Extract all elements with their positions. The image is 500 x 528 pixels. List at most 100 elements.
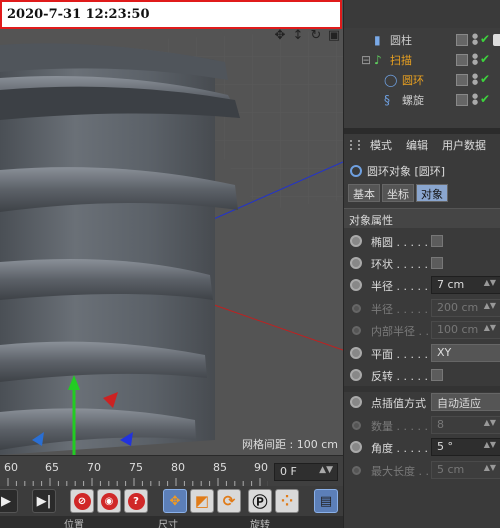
position-label: 位置 bbox=[64, 520, 84, 528]
pla-key-button[interactable]: ⁘ bbox=[275, 489, 299, 513]
stepper-arrows-icon[interactable]: ▲▼ bbox=[319, 465, 333, 475]
animate-radio[interactable] bbox=[350, 396, 362, 408]
object-manager[interactable]: ▮ 圆柱 ● ● ✔ ⊟ ♪ 扫描 ● ● ✔ ◯ 圆环 ● ● ✔ § 螺旋 … bbox=[344, 28, 500, 128]
viewport-3d[interactable]: 2020-7-31 12:23:50 ✥ ↕ ↻ ▣ 网格间距 : 100 cm bbox=[0, 0, 343, 455]
tab-object[interactable]: 对象 bbox=[416, 184, 448, 202]
move-view-icon[interactable]: ✥ bbox=[272, 28, 288, 43]
animate-radio[interactable] bbox=[350, 347, 362, 359]
menu-userdata[interactable]: 用户数据 bbox=[442, 137, 486, 153]
stepper-arrows-icon[interactable]: ▲▼ bbox=[484, 278, 496, 287]
film-icon: ▤ bbox=[319, 493, 333, 509]
stepper-arrows-icon: ▲▼ bbox=[483, 463, 496, 472]
angle-value: 5 ° bbox=[437, 440, 453, 453]
animate-radio[interactable] bbox=[350, 369, 362, 381]
angle-field[interactable]: 5 ° ▲▼ bbox=[431, 438, 500, 456]
prop-label: 椭圆 . . . . . . bbox=[371, 236, 435, 249]
layer-checkbox[interactable] bbox=[456, 34, 468, 46]
maximize-view-icon[interactable]: ▣ bbox=[326, 28, 342, 43]
prop-label: 最大长度 . . . bbox=[371, 465, 436, 478]
object-row-helix[interactable]: § 螺旋 ● ● ✔ bbox=[344, 90, 500, 110]
zoom-view-icon[interactable]: ↕ bbox=[290, 28, 306, 43]
animate-radio[interactable] bbox=[350, 257, 362, 269]
visibility-dots-icon[interactable]: ● ● bbox=[472, 33, 478, 46]
animate-radio bbox=[352, 326, 361, 335]
radius-field[interactable]: 7 cm ▲▼ bbox=[431, 276, 500, 294]
reverse-checkbox[interactable] bbox=[431, 369, 443, 381]
timeline-ruler[interactable]: 60 65 70 75 80 85 90 0 F ▲▼ bbox=[0, 455, 343, 486]
ellipse-checkbox[interactable] bbox=[431, 235, 443, 247]
prop-max-length: 最大长度 . . . 5 cm ▲▼ bbox=[344, 459, 500, 481]
object-name: 扫描 bbox=[390, 54, 412, 67]
object-row-cylinder[interactable]: ▮ 圆柱 ● ● ✔ bbox=[344, 30, 500, 50]
attribute-tabs: 基本 坐标 对象 bbox=[348, 184, 448, 202]
tag-icon[interactable] bbox=[493, 34, 500, 46]
visibility-dots-icon[interactable]: ● ● bbox=[472, 93, 478, 106]
object-row-sweep[interactable]: ⊟ ♪ 扫描 ● ● ✔ bbox=[344, 50, 500, 70]
stepper-arrows-icon: ▲▼ bbox=[483, 418, 496, 427]
help-key-icon: ? bbox=[127, 492, 145, 510]
prop-reverse: 反转 . . . . . . bbox=[344, 364, 500, 386]
grip-icon[interactable] bbox=[350, 140, 360, 150]
object-name: 圆柱 bbox=[390, 34, 412, 47]
ring-checkbox[interactable] bbox=[431, 257, 443, 269]
menu-mode[interactable]: 模式 bbox=[370, 137, 392, 153]
enabled-check-icon[interactable]: ✔ bbox=[480, 92, 490, 106]
prop-interpolation: 点插值方式 自动适应 bbox=[344, 391, 500, 413]
move-key-button[interactable]: ✥ bbox=[163, 489, 187, 513]
prop-label: 环状 . . . . . . bbox=[371, 258, 435, 271]
plane-select[interactable]: XY bbox=[431, 344, 500, 362]
visibility-dots-icon[interactable]: ● ● bbox=[472, 53, 478, 66]
grid-spacing-label: 网格间距 : 100 cm bbox=[242, 438, 338, 451]
tab-basic[interactable]: 基本 bbox=[348, 184, 380, 202]
animate-radio bbox=[352, 304, 361, 313]
radius2-value: 200 cm bbox=[437, 301, 479, 314]
stepper-arrows-icon[interactable]: ▲▼ bbox=[484, 440, 496, 449]
tab-coordinates[interactable]: 坐标 bbox=[382, 184, 414, 202]
object-title: 圆环对象 [圆环] bbox=[350, 163, 445, 179]
object-title-text: 圆环对象 [圆环] bbox=[367, 165, 446, 178]
layer-checkbox[interactable] bbox=[456, 74, 468, 86]
prop-label: 反转 . . . . . . bbox=[371, 370, 435, 383]
menu-edit[interactable]: 编辑 bbox=[406, 137, 428, 153]
rotate-key-button[interactable]: ⟳ bbox=[217, 489, 241, 513]
current-frame-field[interactable]: 0 F ▲▼ bbox=[274, 463, 338, 481]
goto-end-icon: ▶| bbox=[36, 493, 52, 509]
animate-radio[interactable] bbox=[350, 235, 362, 247]
keyframe-record-button[interactable]: ⊘ bbox=[70, 489, 94, 513]
interpolation-select[interactable]: 自动适应 bbox=[431, 393, 500, 411]
layer-checkbox[interactable] bbox=[456, 94, 468, 106]
collapse-icon[interactable]: ⊟ bbox=[361, 53, 371, 67]
rotate-view-icon[interactable]: ↻ bbox=[308, 28, 324, 43]
object-row-circle[interactable]: ◯ 圆环 ● ● ✔ bbox=[344, 70, 500, 90]
tick-label: 75 bbox=[129, 461, 143, 474]
helix-icon: § bbox=[384, 93, 390, 107]
enabled-check-icon[interactable]: ✔ bbox=[480, 52, 490, 66]
enabled-check-icon[interactable]: ✔ bbox=[480, 32, 490, 46]
move-icon: ✥ bbox=[169, 493, 181, 509]
prop-label: 数量 . . . . . . bbox=[371, 420, 435, 433]
tick-label: 65 bbox=[45, 461, 59, 474]
play-button[interactable]: ▶ bbox=[0, 489, 18, 513]
goto-end-button[interactable]: ▶| bbox=[32, 489, 56, 513]
timestamp-overlay: 2020-7-31 12:23:50 bbox=[0, 0, 342, 29]
scale-icon: ◩ bbox=[194, 492, 210, 510]
keyframe-select-button[interactable]: ? bbox=[124, 489, 148, 513]
animate-radio[interactable] bbox=[350, 279, 362, 291]
timeline-button[interactable]: ▤ bbox=[314, 489, 338, 513]
scale-key-button[interactable]: ◩ bbox=[190, 489, 214, 513]
animation-toolbar: ▶ ▶| ⊘ ◉ ? ✥ ◩ ⟳ Ⓟ ⁘ ▤ bbox=[0, 486, 343, 516]
param-key-button[interactable]: Ⓟ bbox=[248, 489, 272, 513]
radius-value: 7 cm bbox=[437, 278, 465, 291]
prop-plane: 平面 . . . . . . XY bbox=[344, 342, 500, 364]
prop-label: 平面 . . . . . . bbox=[371, 348, 435, 361]
animate-radio[interactable] bbox=[350, 441, 362, 453]
stepper-arrows-icon: ▲▼ bbox=[483, 323, 496, 332]
play-icon: ▶ bbox=[1, 493, 11, 509]
enabled-check-icon[interactable]: ✔ bbox=[480, 72, 490, 86]
layer-checkbox[interactable] bbox=[456, 54, 468, 66]
size-label: 尺寸 bbox=[158, 520, 178, 528]
cinema4d-window: 2020-7-31 12:23:50 ✥ ↕ ↻ ▣ 网格间距 : 100 cm… bbox=[0, 0, 500, 528]
scene-render[interactable] bbox=[0, 0, 343, 455]
autokey-button[interactable]: ◉ bbox=[97, 489, 121, 513]
visibility-dots-icon[interactable]: ● ● bbox=[472, 73, 478, 86]
